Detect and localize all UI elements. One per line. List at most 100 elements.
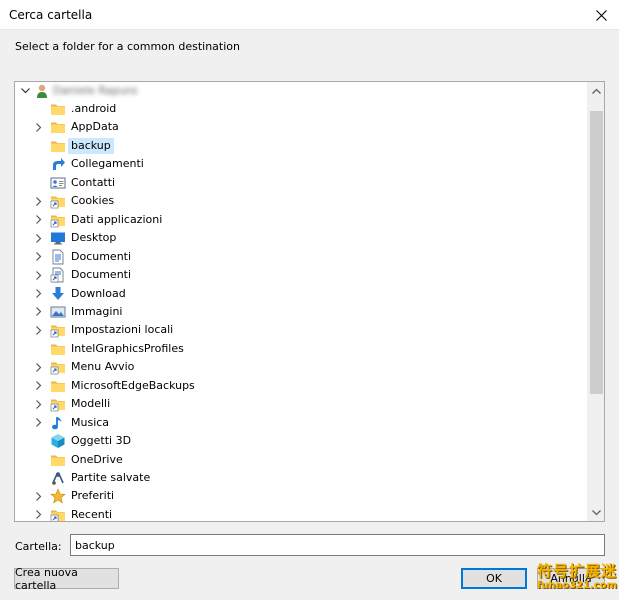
tree-item-label: backup — [68, 137, 114, 154]
tree-item[interactable]: Download — [15, 285, 587, 303]
chevron-right-icon[interactable] — [33, 490, 45, 502]
tree-item-label: Recenti — [71, 507, 113, 521]
folder-icon — [50, 119, 66, 135]
tree-item[interactable]: Dati applicazioni — [15, 211, 587, 229]
new-folder-button[interactable]: Crea nuova cartella — [14, 566, 119, 592]
folder-input[interactable] — [70, 534, 605, 556]
chevron-right-icon[interactable] — [33, 214, 45, 226]
tree-item[interactable]: AppData — [15, 118, 587, 136]
watermark-url: fuhao321.com — [536, 580, 617, 591]
chevron-right-icon[interactable] — [33, 361, 45, 373]
shortcut-folder-icon — [50, 396, 66, 412]
shortcut-arrow-icon — [50, 156, 66, 172]
scroll-down-button[interactable] — [588, 504, 604, 521]
cube-3d-icon — [50, 433, 66, 449]
folder-icon — [50, 138, 66, 154]
download-arrow-icon — [50, 286, 66, 302]
tree-item-label: Oggetti 3D — [71, 434, 132, 448]
watermark-logo: 符号扩展迷 fuhao321.com — [521, 564, 617, 598]
scroll-thumb[interactable] — [590, 111, 603, 394]
chevron-right-icon[interactable] — [33, 121, 45, 133]
user-icon — [34, 83, 50, 99]
tree-item-label: Cookies — [71, 194, 115, 208]
music-note-icon — [50, 415, 66, 431]
tree-root-label: Daniele Rapuro — [53, 84, 138, 97]
folder-tree[interactable]: Daniele Rapuro .android AppData backup Coll… — [14, 81, 605, 522]
tree-item[interactable]: Immagini — [15, 303, 587, 321]
chevron-right-icon[interactable] — [33, 398, 45, 410]
tree-item-label: MicrosoftEdgeBackups — [71, 378, 195, 392]
tree-item[interactable]: Impostazioni locali — [15, 321, 587, 339]
folder-icon — [50, 101, 66, 117]
chevron-up-icon — [592, 88, 601, 94]
tree-item[interactable]: Desktop — [15, 229, 587, 247]
chevron-right-icon[interactable] — [33, 288, 45, 300]
window-title: Cerca cartella — [9, 8, 93, 22]
chevron-right-icon[interactable] — [33, 324, 45, 336]
tree-item[interactable]: Partite salvate — [15, 469, 587, 487]
tree-item-label: Immagini — [71, 304, 123, 318]
tree-item-label: Documenti — [71, 249, 132, 263]
folder-field-label: Cartella: — [15, 540, 62, 553]
tree-item[interactable]: OneDrive — [15, 451, 587, 469]
tree-item-label: .android — [71, 102, 117, 115]
chevron-right-icon[interactable] — [33, 417, 45, 429]
tree-item[interactable]: Contatti — [15, 174, 587, 192]
tree-item[interactable]: Collegamenti — [15, 155, 587, 173]
tree-item-label: Partite salvate — [71, 471, 151, 484]
tree-item[interactable]: Modelli — [15, 395, 587, 413]
tree-item[interactable]: Documenti — [15, 266, 587, 284]
tree-item-label: Collegamenti — [71, 157, 144, 171]
tree-item[interactable]: Menu Avvio — [15, 358, 587, 376]
scroll-up-button[interactable] — [588, 82, 604, 99]
documents-icon — [50, 249, 66, 265]
chevron-right-icon[interactable] — [33, 380, 45, 392]
chevron-right-icon[interactable] — [33, 509, 45, 521]
tree-item[interactable]: MicrosoftEdgeBackups — [15, 377, 587, 395]
chevron-right-icon[interactable] — [33, 306, 45, 318]
saved-games-icon — [50, 470, 66, 486]
desktop-icon — [50, 230, 66, 246]
folder-tree-rows: Daniele Rapuro .android AppData backup Coll… — [15, 82, 587, 521]
instruction-text: Select a folder for a common destination — [15, 40, 240, 53]
tree-item-label: Musica — [71, 415, 110, 429]
tree-item[interactable]: Recenti — [15, 506, 587, 521]
tree-item-label: OneDrive — [71, 452, 123, 466]
star-icon — [50, 488, 66, 504]
tree-item[interactable]: Documenti — [15, 248, 587, 266]
chevron-right-icon[interactable] — [33, 269, 45, 281]
close-button[interactable] — [583, 0, 619, 30]
tree-item-label: Contatti — [71, 175, 116, 189]
folder-icon — [50, 341, 66, 357]
shortcut-folder-icon — [50, 359, 66, 375]
chevron-down-icon — [592, 509, 601, 515]
chevron-right-icon[interactable] — [33, 232, 45, 244]
tree-item[interactable]: Musica — [15, 414, 587, 432]
contacts-card-icon — [50, 175, 66, 191]
tree-root-row[interactable]: Daniele Rapuro — [15, 82, 587, 100]
tree-item[interactable]: IntelGraphicsProfiles — [15, 340, 587, 358]
tree-item-label: Menu Avvio — [71, 360, 135, 374]
shortcut-folder-icon — [50, 507, 66, 521]
ok-button[interactable]: OK — [461, 568, 527, 589]
tree-item[interactable]: Oggetti 3D — [15, 432, 587, 450]
tree-item-label: Desktop — [71, 231, 117, 245]
tree-item[interactable]: Preferiti — [15, 487, 587, 505]
shortcut-folder-icon — [50, 193, 66, 209]
tree-item[interactable]: .android — [15, 100, 587, 118]
vertical-scrollbar[interactable] — [587, 82, 604, 521]
pictures-icon — [50, 304, 66, 320]
watermark-title: 符号扩展迷 — [536, 562, 617, 580]
title-bar: Cerca cartella — [0, 0, 619, 30]
documents-shortcut-icon — [50, 267, 66, 283]
close-icon — [595, 9, 607, 21]
chevron-down-icon[interactable] — [19, 85, 31, 97]
shortcut-folder-icon — [50, 322, 66, 338]
tree-item-label: Impostazioni locali — [71, 323, 174, 337]
folder-icon — [50, 378, 66, 394]
tree-item-label: Modelli — [71, 397, 111, 411]
tree-item[interactable]: Cookies — [15, 192, 587, 210]
chevron-right-icon[interactable] — [33, 251, 45, 263]
chevron-right-icon[interactable] — [33, 195, 45, 207]
tree-item[interactable]: backup — [15, 137, 587, 155]
